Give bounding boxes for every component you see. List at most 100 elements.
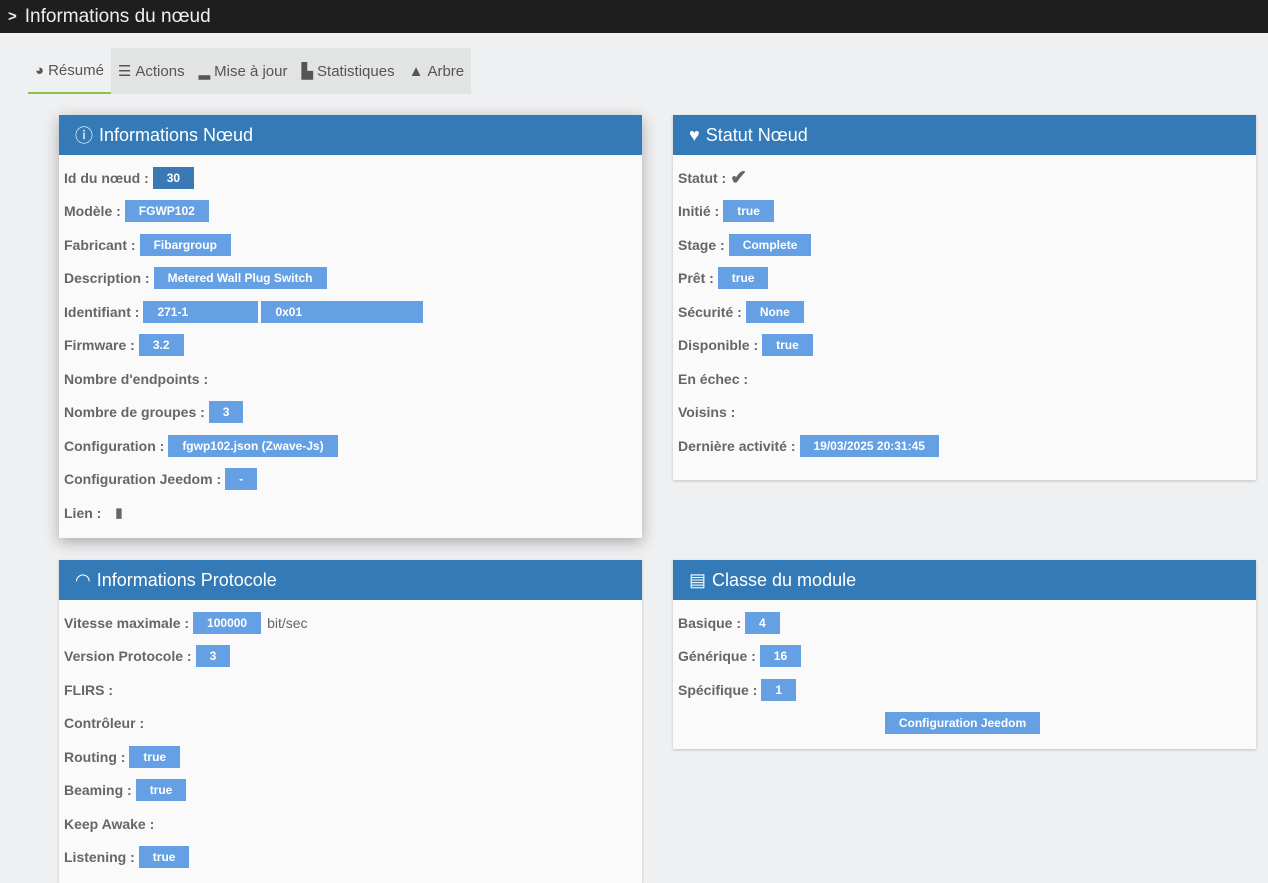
row-keep-awake: Keep Awake : (64, 807, 637, 841)
row-status: Statut :✔ (678, 161, 1251, 195)
value-badge: 19/03/2025 20:31:45 (800, 435, 939, 457)
dashboard-icon: ◕ (35, 62, 44, 79)
row-neighbors: Voisins : (678, 396, 1251, 430)
row-ready: Prêt :true (678, 262, 1251, 296)
value-badge: Complete (729, 234, 812, 256)
label: Modèle : (64, 203, 121, 219)
router-icon: ▂ (199, 62, 211, 80)
row-failed: En échec : (678, 362, 1251, 396)
tab-tree[interactable]: ▲Arbre (402, 48, 472, 94)
value-badge: 3.2 (139, 334, 184, 356)
row-id: Id du nœud :30 (64, 161, 637, 195)
row-generic: Générique :16 (678, 640, 1251, 674)
panel-header: ♥ Statut Nœud (673, 115, 1256, 155)
page-title: Informations du nœud (25, 6, 211, 28)
check-icon: ✔ (730, 165, 747, 190)
value-badge: true (723, 200, 774, 222)
label: Stage : (678, 237, 725, 253)
clipboard-icon: ▤ (689, 570, 706, 591)
value-badge: 3 (196, 645, 231, 667)
value-badge: - (225, 468, 257, 490)
row-beaming: Beaming :true (64, 774, 637, 808)
row-firmware: Firmware :3.2 (64, 329, 637, 363)
value-badge: true (718, 267, 769, 289)
label: Identifiant : (64, 304, 139, 320)
panel-header: ▤ Classe du module (673, 560, 1256, 600)
label: Description : (64, 270, 150, 286)
label: Initié : (678, 203, 719, 219)
label: Listening : (64, 849, 135, 865)
value-badge: true (129, 746, 180, 768)
label: Fabricant : (64, 237, 136, 253)
value-badge: None (746, 301, 804, 323)
panel-title: Informations Nœud (99, 125, 253, 146)
value-badge: 16 (760, 645, 801, 667)
label: Configuration Jeedom : (64, 471, 221, 487)
module-class-panel: ▤ Classe du module Basique :4 Générique :… (673, 560, 1256, 749)
row-description: Description :Metered Wall Plug Switch (64, 262, 637, 296)
row-version: Version Protocole :3 (64, 640, 637, 674)
row-controller: Contrôleur : (64, 707, 637, 741)
row-config: Configuration :fgwp102.json (Zwave-Js) (64, 429, 637, 463)
tab-label: Mise à jour (214, 63, 287, 80)
node-info-panel: ⓘ Informations Nœud Id du nœud :30 Modèle… (59, 115, 642, 538)
row-identifier: Identifiant :271-10x01 (64, 295, 637, 329)
tab-label: Arbre (427, 63, 464, 80)
panel-title: Statut Nœud (706, 125, 808, 146)
sliders-icon: ☰ (118, 62, 131, 80)
row-speed: Vitesse maximale :100000bit/sec (64, 606, 637, 640)
row-init: Initié :true (678, 195, 1251, 229)
heartbeat-icon: ♥ (689, 125, 700, 146)
label: Beaming : (64, 782, 132, 798)
label: Nombre de groupes : (64, 404, 205, 420)
value-badge: Metered Wall Plug Switch (154, 267, 327, 289)
value-badge: true (136, 779, 187, 801)
tab-label: Actions (135, 63, 184, 80)
book-icon[interactable]: ▮ (115, 505, 122, 521)
page-header[interactable]: > Informations du nœud (0, 0, 1268, 33)
label: FLIRS : (64, 682, 113, 698)
row-basic: Basique :4 (678, 606, 1251, 640)
panel-title: Classe du module (712, 570, 856, 591)
row-flirs: FLIRS : (64, 673, 637, 707)
label: Contrôleur : (64, 715, 144, 731)
panel-title: Informations Protocole (97, 570, 277, 591)
panel-header: ⓘ Informations Nœud (59, 115, 642, 155)
label: Version Protocole : (64, 648, 192, 664)
row-routing: Routing :true (64, 740, 637, 774)
value-badge: 30 (153, 167, 194, 189)
label: Voisins : (678, 404, 735, 420)
label: Spécifique : (678, 682, 757, 698)
label: Générique : (678, 648, 756, 664)
label: Configuration : (64, 438, 164, 454)
info-icon: ⓘ (75, 122, 93, 148)
label: Sécurité : (678, 304, 742, 320)
tab-bar: ◕Résumé ☰Actions ▂Mise à jour ▙Statistiq… (28, 48, 471, 94)
jeedom-config-button[interactable]: Configuration Jeedom (885, 712, 1040, 734)
value-badge: 271-1 (143, 301, 258, 323)
tab-stats[interactable]: ▙Statistiques (294, 48, 401, 94)
label: Firmware : (64, 337, 135, 353)
value-badge: FGWP102 (125, 200, 209, 222)
label: Prêt : (678, 270, 714, 286)
value-badge: 4 (745, 612, 780, 634)
value-badge: fgwp102.json (Zwave-Js) (168, 435, 337, 457)
tab-update[interactable]: ▂Mise à jour (192, 48, 295, 94)
row-specific: Spécifique :1 (678, 673, 1251, 707)
unit: bit/sec (267, 615, 307, 631)
value-badge: 1 (761, 679, 796, 701)
label: Basique : (678, 615, 741, 631)
panel-header: ◠ Informations Protocole (59, 560, 642, 600)
row-security: Sécurité :None (678, 295, 1251, 329)
label: Dernière activité : (678, 438, 796, 454)
tab-actions[interactable]: ☰Actions (111, 48, 192, 94)
row-jeedom-config: Configuration Jeedom :- (64, 463, 637, 497)
chevron-right-icon: > (8, 8, 17, 25)
value-badge: 0x01 (261, 301, 423, 323)
tab-resume[interactable]: ◕Résumé (28, 48, 111, 94)
label: Id du nœud : (64, 170, 149, 186)
value-badge: true (762, 334, 813, 356)
value-badge: Fibargroup (140, 234, 231, 256)
status-panel: ♥Statut Nœud Statut :✔ Initié :true Stag… (673, 115, 1256, 480)
wifi-icon: ◠ (75, 570, 91, 591)
